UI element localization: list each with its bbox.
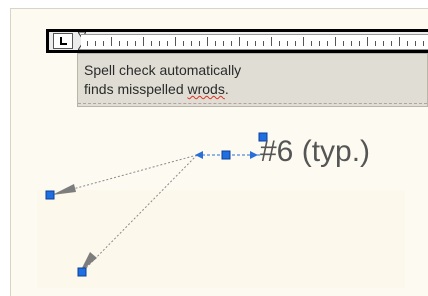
leader-line-2 <box>85 154 198 269</box>
grip-leader-end-1 <box>45 190 55 200</box>
callout-label[interactable]: #6 (typ.) <box>260 134 370 170</box>
grip-leader-end-2 <box>77 267 87 277</box>
leader-arrowhead-1 <box>52 184 76 195</box>
leader-line-1 <box>61 154 198 193</box>
grip-landing-mid <box>221 150 231 160</box>
landing-arrow-right <box>250 151 258 159</box>
landing-arrow-left <box>195 151 203 159</box>
